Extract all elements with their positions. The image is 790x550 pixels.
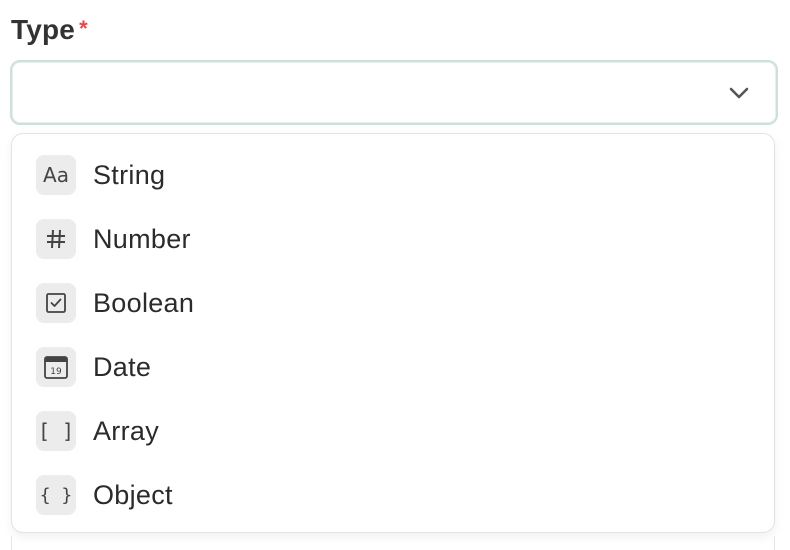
braces-icon: { } [36,475,76,515]
option-label: Number [93,223,191,254]
checkbox-icon [36,283,76,323]
field-label-text: Type [11,14,76,45]
calendar-day: 19 [50,367,62,377]
option-object[interactable]: { } Object [12,463,774,527]
braces-glyph: { } [39,484,73,506]
calendar-glyph: 19 [44,356,68,379]
option-label: Boolean [93,287,195,318]
option-label: Date [93,351,152,382]
checkbox-glyph [46,293,66,313]
option-string[interactable]: Aa String [12,143,774,207]
chevron-down-icon [729,87,749,99]
text-aa-icon: Aa [36,155,76,195]
underlying-panel-edge [11,536,775,550]
brackets-glyph: [ ] [37,419,75,443]
option-boolean[interactable]: Boolean [12,271,774,335]
brackets-icon: [ ] [36,411,76,451]
field-label: Type * [11,14,88,46]
option-label: Object [93,479,173,510]
calendar-icon: 19 [36,347,76,387]
option-array[interactable]: [ ] Array [12,399,774,463]
option-date[interactable]: 19 Date [12,335,774,399]
option-number[interactable]: Number [12,207,774,271]
option-label: Array [93,415,160,446]
hash-icon [36,219,76,259]
type-select[interactable] [10,60,778,125]
text-aa-glyph: Aa [43,163,69,187]
type-field: Type * Aa String Number Boolean 19 Date … [0,0,790,550]
hash-glyph [47,229,65,249]
required-asterisk: * [79,16,88,41]
type-dropdown-menu: Aa String Number Boolean 19 Date [] Arr… [11,133,775,533]
option-label: String [93,159,166,190]
